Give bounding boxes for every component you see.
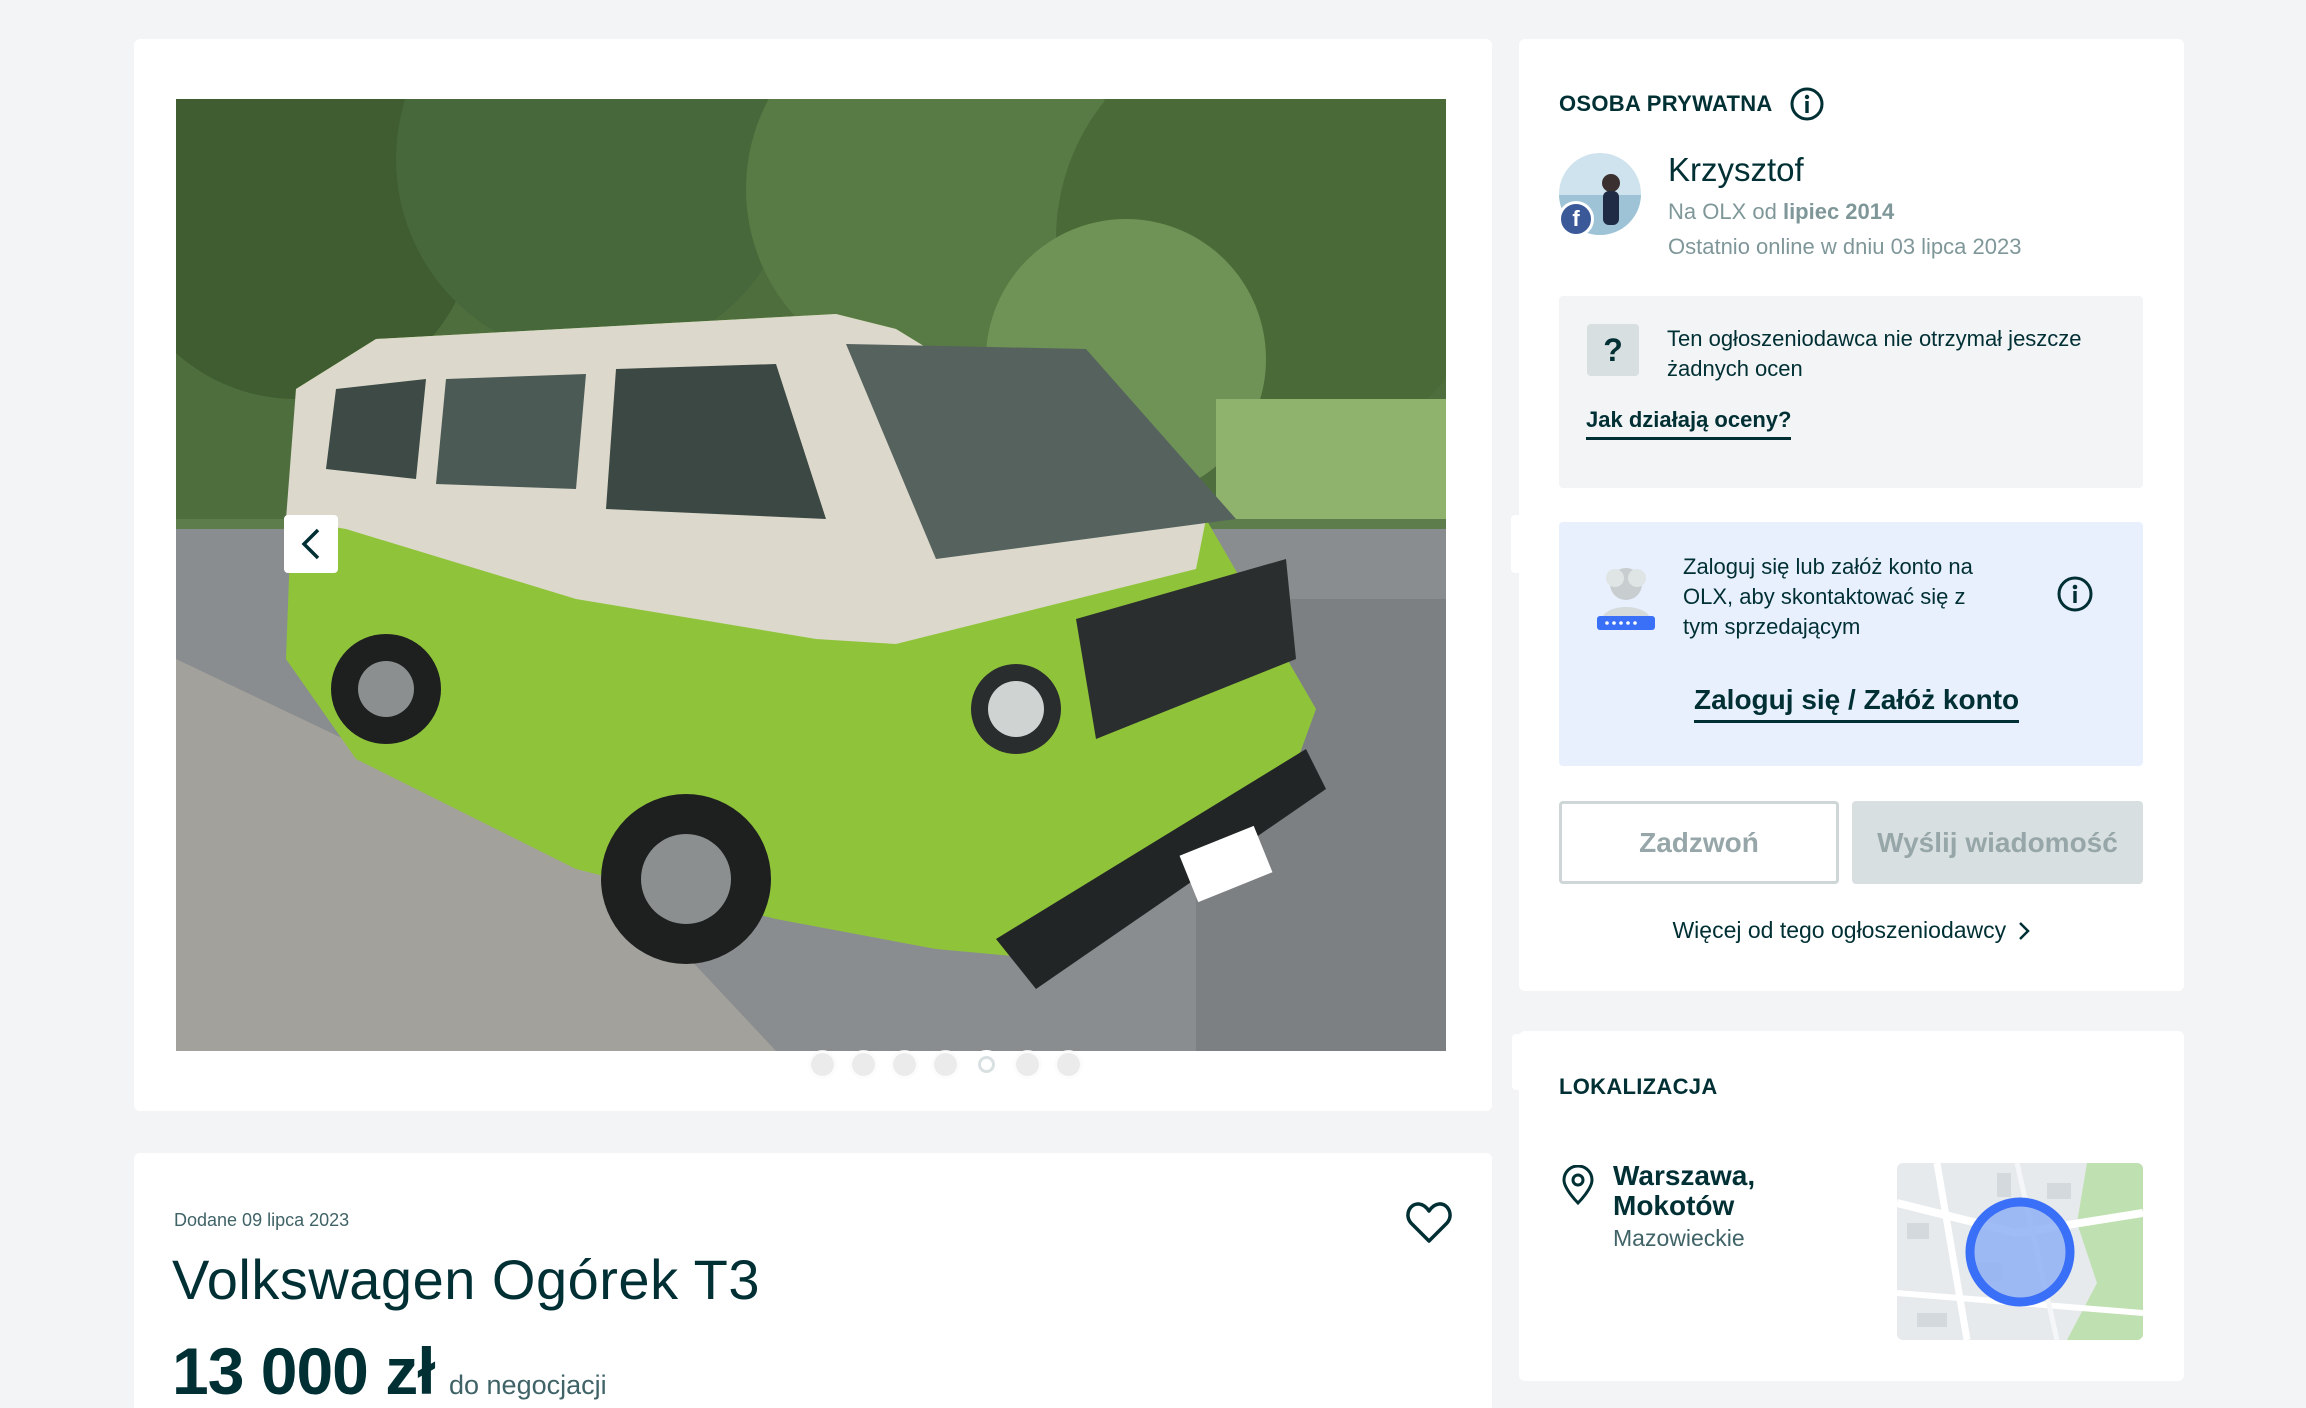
photo-dot[interactable] (890, 1050, 919, 1079)
location-region: Mazowieckie (1613, 1225, 1745, 1251)
info-icon[interactable] (1789, 86, 1825, 122)
price-negotiable-note: do negocjacji (449, 1370, 607, 1400)
location-district: Mokotów (1613, 1190, 1735, 1221)
location-city: Warszawa, (1613, 1160, 1756, 1191)
more-from-seller-label: Więcej od tego ogłoszeniodawcy (1672, 917, 2007, 943)
photo-dot[interactable] (808, 1050, 837, 1079)
price-row: 13 000 zł do negocjacji (172, 1333, 607, 1408)
photo-dot[interactable] (1054, 1050, 1083, 1079)
seller-type-label: OSOBA PRYWATNA (1559, 91, 1773, 116)
info-icon[interactable] (2056, 575, 2094, 613)
photo-dot[interactable] (849, 1050, 878, 1079)
member-since: Na OLX od lipiec 2014 (1668, 199, 1895, 224)
login-prompt-box: Zaloguj się lub załóż konto na OLX, aby … (1559, 522, 2143, 766)
user-lock-icon (1597, 568, 1655, 630)
how-ratings-work-link[interactable]: Jak działają oceny? (1586, 407, 1792, 440)
more-from-seller-link[interactable]: Więcej od tego ogłoszeniodawcy (1519, 917, 2184, 944)
listing-title: Volkswagen Ogórek T3 (172, 1248, 760, 1311)
call-button[interactable]: Zadzwoń (1559, 801, 1839, 884)
photo-dot-active[interactable] (972, 1050, 1001, 1079)
seller-type: OSOBA PRYWATNA (1559, 86, 1825, 122)
chevron-left-icon (301, 528, 320, 560)
added-date: Dodane 09 lipca 2023 (174, 1210, 350, 1230)
photo-dot[interactable] (931, 1050, 960, 1079)
price: 13 000 zł (172, 1334, 436, 1408)
last-online: Ostatnio online w dniu 03 lipca 2023 (1668, 234, 2022, 259)
send-message-button[interactable]: Wyślij wiadomość (1852, 801, 2143, 884)
favorite-button[interactable] (1406, 1201, 1452, 1245)
ratings-text: Ten ogłoszeniodawca nie otrzymał jeszcze… (1667, 326, 2082, 381)
question-icon: ? (1587, 324, 1639, 376)
location-pin-icon (1562, 1165, 1594, 1205)
location-heading: LOKALIZACJA (1559, 1074, 1718, 1099)
seller-card: OSOBA PRYWATNA f Krzysztof Na OLX od lip… (1519, 39, 2184, 991)
previous-photo-button[interactable] (284, 515, 338, 573)
facebook-icon: f (1558, 201, 1594, 237)
heart-icon (1406, 1202, 1452, 1243)
photo-dot[interactable] (1013, 1050, 1042, 1079)
gallery-card (134, 39, 1568, 1111)
listing-info-card: Dodane 09 lipca 2023 Volkswagen Ogórek T… (134, 1153, 1492, 1408)
login-prompt-text: Zaloguj się lub załóż konto na OLX, aby … (1683, 554, 1973, 639)
login-register-link[interactable]: Zaloguj się / Załóż konto (1694, 684, 2020, 723)
location-card: LOKALIZACJA Warszawa, Mokotów Mazowiecki… (1519, 1031, 2184, 1381)
chevron-right-small-icon (2018, 922, 2030, 940)
map-thumbnail[interactable] (1897, 1163, 2143, 1340)
photo-pagination (808, 1050, 1083, 1079)
seller-name: Krzysztof (1668, 151, 1804, 188)
listing-photo[interactable] (176, 99, 1446, 1051)
ratings-box: ? Ten ogłoszeniodawca nie otrzymał jeszc… (1559, 296, 2143, 488)
